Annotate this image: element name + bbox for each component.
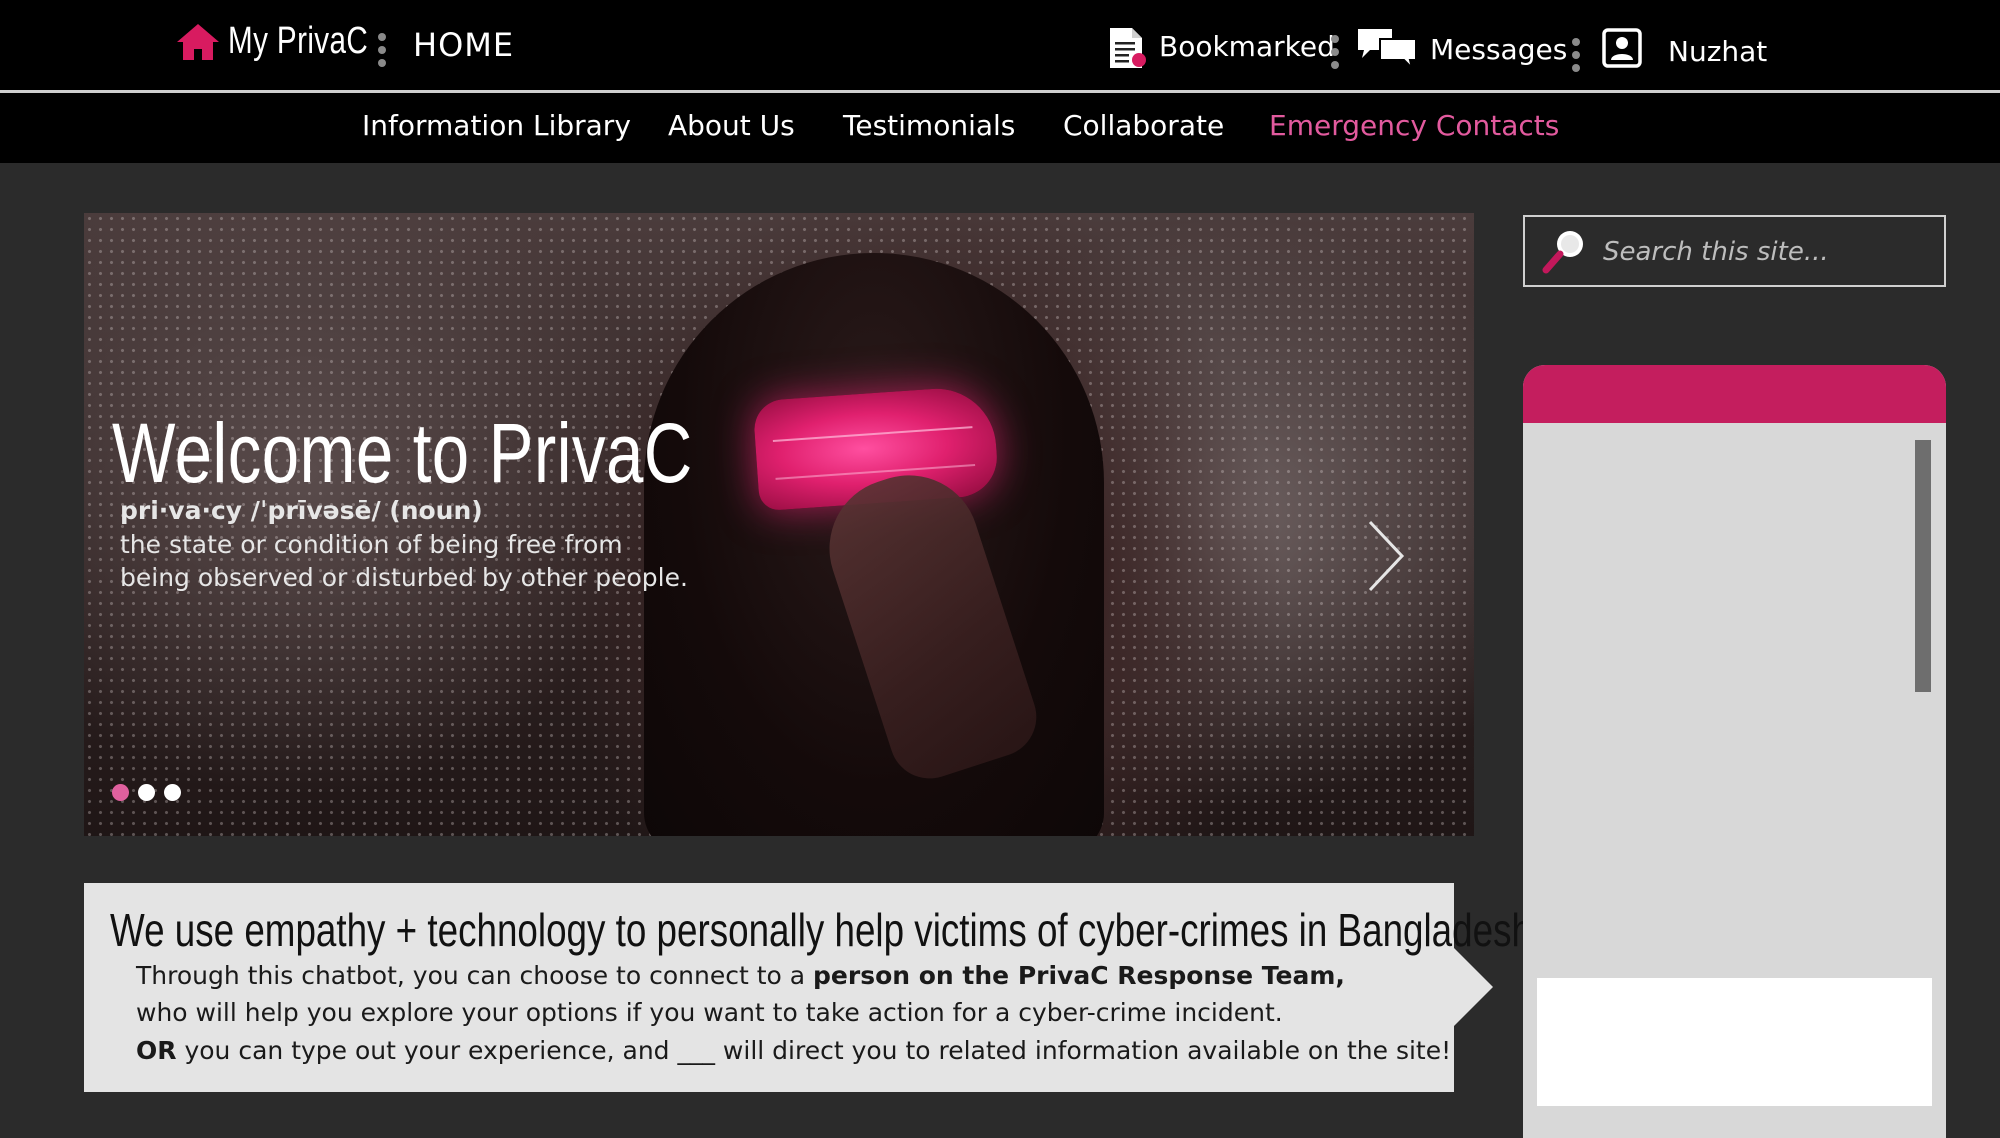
callout-headline: We use empathy + technology to personall… [110,904,1543,956]
bookmarked-link[interactable]: Bookmarked [1159,30,1335,63]
home-icon[interactable] [175,22,221,62]
messages-link[interactable]: Messages [1430,33,1567,66]
brand-title[interactable]: My PrivaC [228,20,368,63]
chatbot-header [1523,365,1946,423]
nav-item-about-us[interactable]: About Us [668,109,795,142]
nav-item-information-library[interactable]: Information Library [362,109,631,142]
home-link[interactable]: HOME [413,26,514,64]
separator-dots [378,33,386,67]
separator-dots [1572,38,1580,72]
nav-item-testimonials[interactable]: Testimonials [843,109,1015,142]
chatbot-message-input[interactable] [1537,978,1932,1106]
hero-definition-line: being observed or disturbed by other peo… [120,563,688,592]
user-name[interactable]: Nuzhat [1668,35,1767,68]
chat-bubbles-icon[interactable] [1356,26,1418,68]
hero-definition-line: the state or condition of being free fro… [120,530,623,559]
magnifier-icon[interactable] [1540,226,1588,276]
callout-line-1: Through this chatbot, you can choose to … [136,961,1345,990]
separator-dots [1331,35,1339,69]
hero-definition-term: pri·va·cy /ˈprīvəsē/ (noun) [120,496,483,525]
callout-line-3: OR you can type out your experience, and… [136,1036,1452,1065]
chatbot-panel [1523,365,1946,1138]
search-input[interactable] [1603,233,1923,271]
document-icon[interactable] [1106,26,1146,70]
chevron-right-icon[interactable] [1366,520,1406,592]
hero-title: Welcome to PrivaC [112,406,693,500]
nav-item-collaborate[interactable]: Collaborate [1063,109,1224,142]
callout-line-2: who will help you explore your options i… [136,998,1283,1027]
user-profile-icon[interactable] [1602,28,1642,68]
callout-pointer [1453,947,1493,1027]
main-nav: Information Library About Us Testimonial… [0,93,2000,163]
nav-item-emergency-contacts[interactable]: Emergency Contacts [1269,109,1559,142]
chatbot-scrollbar[interactable] [1915,440,1931,692]
carousel-dot-2[interactable] [138,784,155,801]
carousel-dot-1[interactable] [112,784,129,801]
carousel-dot-3[interactable] [164,784,181,801]
